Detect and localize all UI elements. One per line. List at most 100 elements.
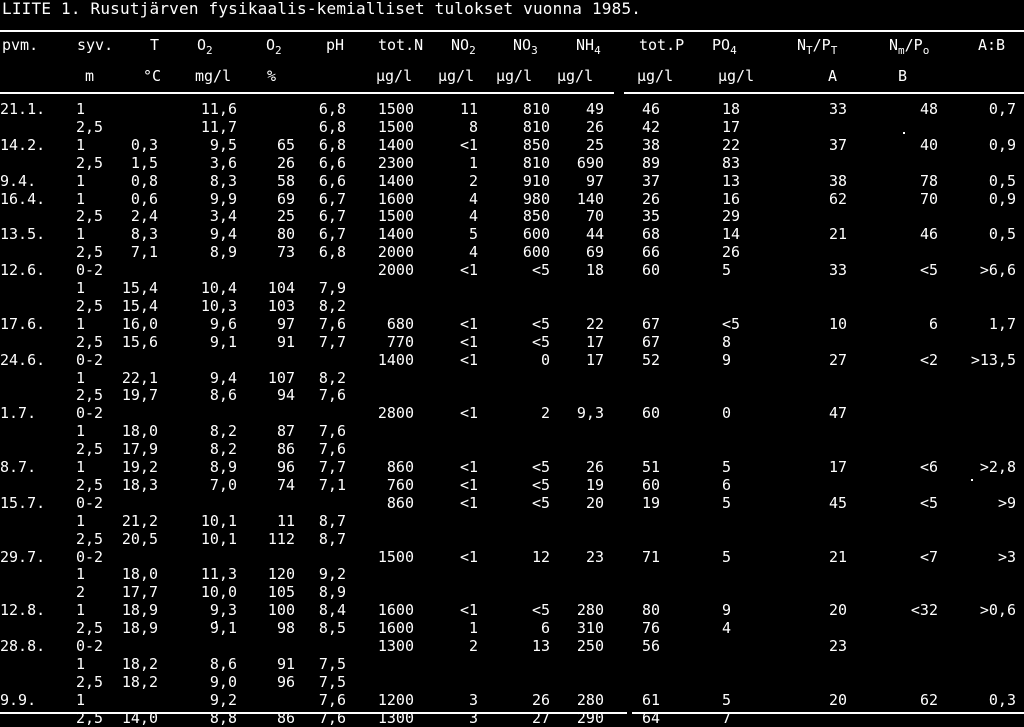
cell-po4: 6 [722, 475, 732, 494]
column-header-nm-po: Nm/Po [889, 36, 930, 57]
cell-temperature: 17,9 [121, 440, 158, 459]
cell-ab: >13,5 [970, 350, 1016, 369]
cell-po4: 4 [722, 619, 732, 638]
cell-no2: 4 [468, 243, 478, 262]
column-header-ab: A:B [978, 36, 1006, 54]
cell-po4: 5 [722, 547, 732, 566]
cell-po4: 5 [722, 261, 732, 280]
cell-o2-mg: 9,6 [209, 314, 237, 333]
cell-po4: 17 [722, 117, 741, 136]
cell-temperature: 0,6 [130, 189, 158, 208]
cell-o2-pct: 58 [276, 171, 295, 190]
cell-nt-pt: 17 [828, 458, 848, 476]
cell-ab: 0,7 [988, 100, 1016, 118]
cell-temperature: 15,4 [121, 296, 158, 315]
cell-nm-po: 6 [928, 314, 938, 333]
cell-tot-p: 46 [641, 100, 661, 118]
cell-tot-n: 1300 [377, 708, 414, 727]
cell-temperature: 17,7 [121, 583, 158, 602]
cell-nh4: 310 [576, 619, 604, 638]
cell-tot-n: 1500 [377, 117, 414, 136]
cell-no3: <5 [531, 314, 550, 333]
cell-depth: 0-2 [76, 493, 104, 512]
cell-ab: >6,6 [979, 261, 1016, 280]
cell-tot-p: 64 [641, 708, 661, 727]
cell-po4: 0 [722, 404, 732, 423]
cell-po4: 22 [722, 135, 741, 154]
cell-tot-p: 52 [641, 350, 661, 369]
cell-tot-p: 76 [641, 619, 661, 638]
cell-nt-pt: 33 [828, 100, 848, 118]
cell-ab: 1,7 [988, 314, 1016, 333]
cell-tot-n: 860 [386, 493, 414, 512]
cell-o2-mg: 8,6 [209, 386, 237, 405]
stray-dot-mark [971, 479, 973, 481]
unit-label-depth: m [85, 67, 95, 85]
column-header-nh4: NH4 [576, 36, 601, 57]
cell-po4: 5 [722, 690, 732, 709]
cell-ph: 8,5 [318, 619, 346, 638]
cell-ph: 6,7 [318, 207, 346, 226]
cell-temperature: 18,0 [121, 422, 158, 441]
cell-depth: 1 [76, 100, 86, 118]
cell-nm-po: <32 [910, 601, 938, 620]
cell-date: 14.2. [0, 135, 46, 154]
cell-nm-po: <7 [919, 547, 938, 566]
cell-depth: 0-2 [76, 404, 104, 423]
cell-no2: 1 [468, 619, 478, 638]
cell-ph: 7,6 [318, 440, 346, 459]
cell-tot-n: 1400 [377, 135, 414, 154]
cell-nh4: 25 [585, 135, 604, 154]
cell-po4: 13 [722, 171, 741, 190]
column-header-tot-p: tot.P [639, 36, 685, 54]
cell-o2-mg: 8,6 [209, 654, 237, 673]
cell-o2-pct: 103 [267, 296, 295, 315]
cell-no3: 810 [522, 117, 550, 136]
cell-date: 16.4. [0, 189, 46, 208]
cell-o2-mg: 9,9 [209, 189, 237, 208]
cell-depth: 2,5 [76, 117, 104, 136]
cell-o2-mg: 3,6 [209, 153, 237, 172]
cell-no3: 0 [540, 350, 550, 369]
cell-ph: 6,6 [318, 171, 346, 190]
cell-nm-po: <5 [919, 493, 938, 512]
cell-ph: 8,2 [318, 296, 346, 315]
cell-ph: 8,9 [318, 583, 346, 602]
cell-o2-mg: 10,1 [200, 511, 237, 530]
cell-ph: 6,8 [318, 117, 346, 136]
cell-temperature: 7,1 [130, 243, 158, 262]
cell-o2-pct: 87 [276, 422, 295, 441]
cell-nt-pt: 23 [828, 637, 848, 655]
cell-no3: 27 [531, 708, 550, 727]
cell-no3: <5 [531, 332, 550, 351]
cell-o2-mg: 8,2 [209, 422, 237, 441]
column-header-temperature: T [150, 36, 160, 54]
cell-o2-pct: 74 [276, 475, 295, 494]
cell-ph: 7,6 [318, 386, 346, 405]
cell-nm-po: <5 [919, 261, 938, 280]
cell-date: 1.7. [0, 404, 37, 423]
cell-o2-pct: 91 [276, 332, 295, 351]
stray-dot-mark [215, 621, 217, 623]
cell-nh4: 250 [576, 637, 604, 655]
cell-no2: 4 [468, 207, 478, 226]
cell-o2-pct: 105 [267, 583, 295, 602]
cell-o2-mg: 8,9 [209, 458, 237, 476]
cell-temperature: 15,6 [121, 332, 158, 351]
cell-no2: 3 [468, 708, 478, 727]
document-title: LIITE 1. Rusutjärven fysikaalis-kemialli… [2, 0, 642, 18]
cell-ph: 8,2 [318, 368, 346, 387]
cell-no3: 810 [522, 153, 550, 172]
cell-o2-mg: 8,3 [209, 171, 237, 190]
cell-ph: 8,4 [318, 601, 346, 620]
cell-o2-mg: 9,4 [209, 368, 237, 387]
cell-nm-po: 70 [919, 189, 938, 208]
cell-o2-mg: 8,9 [209, 243, 237, 262]
cell-tot-p: 56 [641, 637, 661, 655]
cell-po4: <5 [722, 314, 741, 333]
cell-temperature: 0,3 [130, 135, 158, 154]
cell-no3: <5 [531, 601, 550, 620]
cell-ph: 7,6 [318, 708, 346, 727]
cell-tot-n: 1500 [377, 207, 414, 226]
cell-ph: 9,2 [318, 565, 346, 584]
